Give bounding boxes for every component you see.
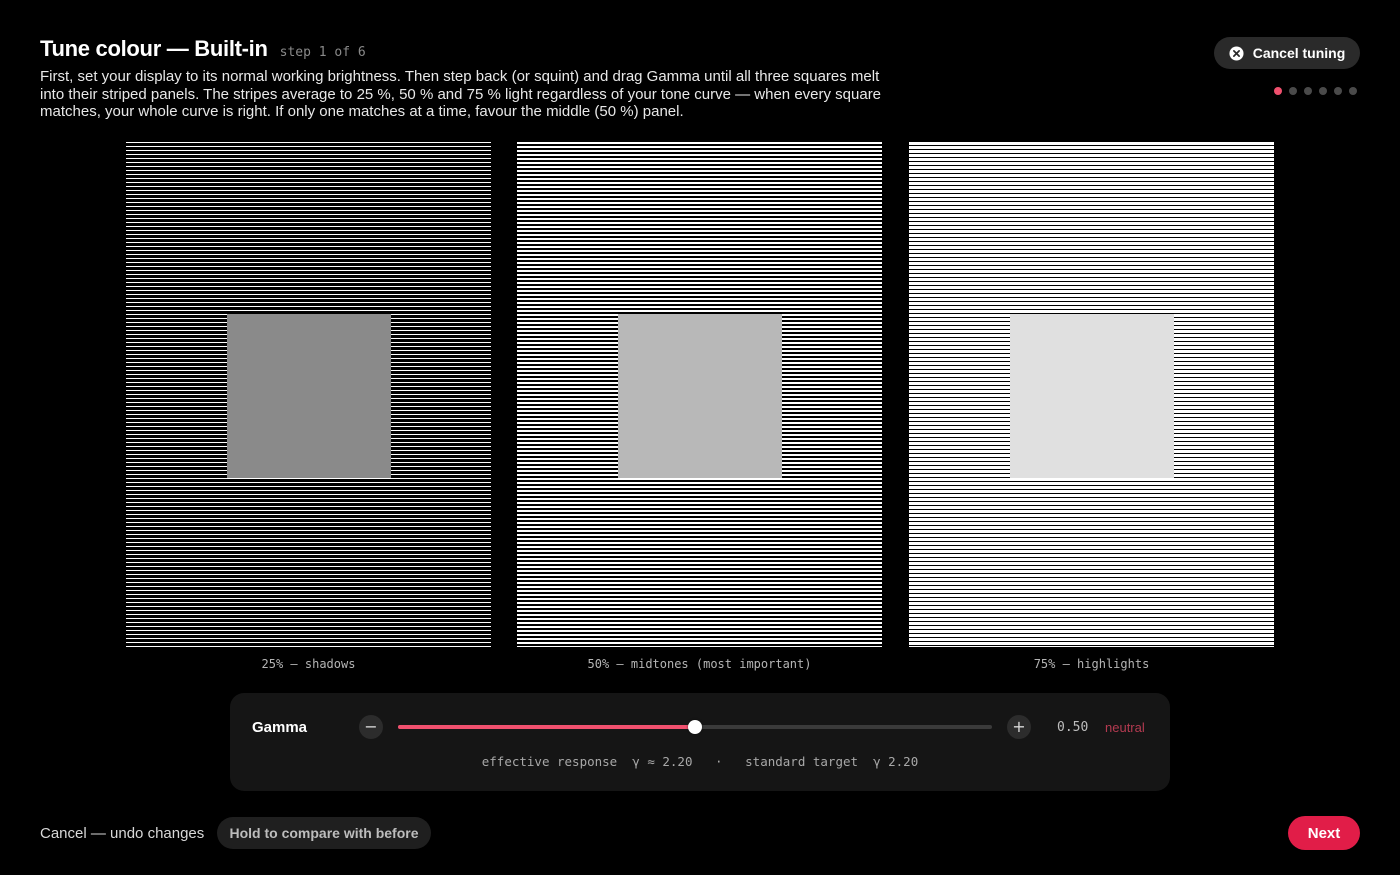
stripe-panel-shadows: [126, 142, 491, 647]
panel-label-shadows: 25% — shadows: [261, 657, 356, 671]
panel-label-highlights: 75% — highlights: [1033, 657, 1150, 671]
gamma-response-readout: effective response γ ≈ 2.20 · standard t…: [481, 754, 919, 769]
gamma-control-card: Gamma − + 0.50 neutral effective respons…: [230, 693, 1170, 791]
step-progress-dots: [1274, 87, 1357, 95]
gamma-slider-fill: [398, 725, 695, 729]
gamma-increase-button[interactable]: +: [1007, 715, 1031, 739]
step-dot: [1334, 87, 1342, 95]
title-row: Tune colour — Built-in step 1 of 6: [40, 36, 366, 62]
cancel-undo-link[interactable]: Cancel — undo changes: [40, 825, 204, 842]
gamma-label: Gamma: [252, 719, 308, 736]
gray-square-shadows: [227, 314, 391, 478]
close-circle-icon: [1229, 45, 1244, 61]
step-dot: [1304, 87, 1312, 95]
gray-square-midtones: [618, 314, 782, 478]
step-dot: [1274, 87, 1282, 95]
gamma-slider[interactable]: [398, 717, 992, 737]
plus-icon: +: [1012, 717, 1026, 736]
next-button[interactable]: Next: [1288, 816, 1360, 850]
step-dot: [1289, 87, 1297, 95]
cancel-tuning-button[interactable]: Cancel tuning: [1214, 37, 1360, 69]
step-dot: [1319, 87, 1327, 95]
stripe-panel-highlights: [909, 142, 1274, 647]
panel-label-midtones: 50% — midtones (most important): [587, 657, 812, 671]
instructions: First, set your display to its normal wo…: [40, 68, 882, 120]
step-dot: [1349, 87, 1357, 95]
cancel-tuning-label: Cancel tuning: [1252, 45, 1346, 61]
page-title: Tune colour — Built-in: [40, 36, 268, 61]
minus-icon: −: [364, 717, 378, 736]
gamma-decrease-button[interactable]: −: [359, 715, 383, 739]
hold-compare-button[interactable]: Hold to compare with before: [217, 817, 431, 849]
step-indicator-text: step 1 of 6: [279, 45, 366, 60]
stripe-panel-midtones: [517, 142, 882, 647]
gray-square-highlights: [1010, 314, 1174, 478]
gamma-state-label: neutral: [1105, 720, 1145, 735]
gamma-value: 0.50: [1057, 720, 1089, 735]
gamma-slider-thumb[interactable]: [688, 720, 702, 734]
